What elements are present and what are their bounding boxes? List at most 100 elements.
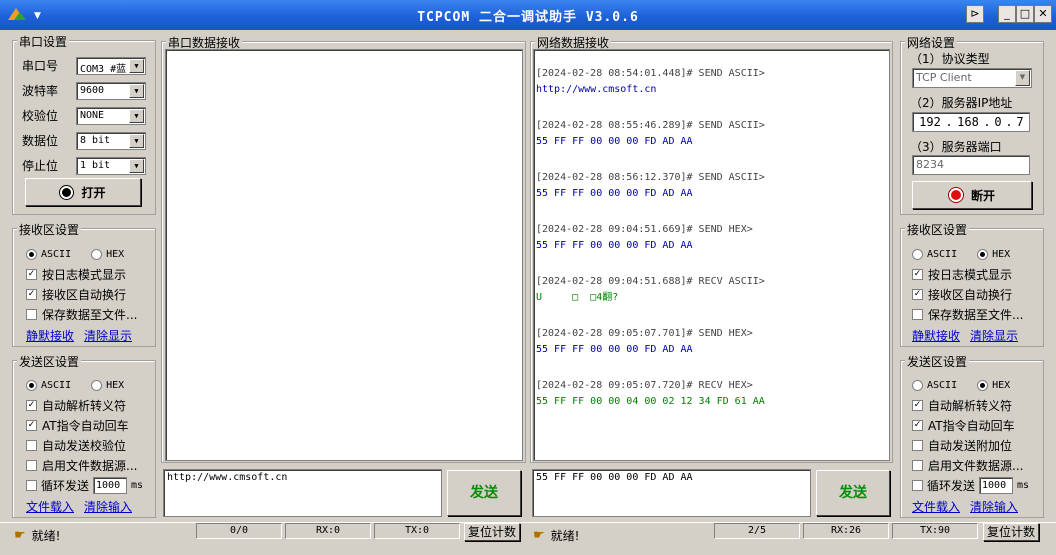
option-checkbox[interactable]: ✓ 接收区自动换行 (26, 284, 154, 304)
port-field[interactable]: 8234 (912, 155, 1030, 175)
close-button[interactable]: ✕ (1034, 5, 1052, 23)
option-checkbox[interactable]: 保存数据至文件... (912, 304, 1040, 324)
mode-radio-hex[interactable]: HEX (977, 248, 1011, 260)
pin-icon[interactable]: ⊳ (966, 5, 984, 23)
checkbox-label: AT指令自动回车 (42, 418, 129, 433)
net-send-input[interactable]: 55 FF FF 00 00 00 FD AD AA (532, 469, 811, 517)
minimize-button[interactable]: _ (998, 5, 1016, 23)
mode-radio-group: ASCII HEX (26, 375, 154, 395)
net-rx-area[interactable]: [2024-02-28 08:54:01.448]# SEND ASCII> ht… (533, 49, 890, 461)
serial-field-value: 1 bit (80, 159, 111, 171)
ip-label: （2）服务器IP地址 (910, 96, 1013, 110)
checkbox-box (912, 308, 923, 320)
mode-radio-ascii[interactable]: ASCII (26, 248, 71, 260)
serial-send-button[interactable]: 发送 (447, 470, 521, 516)
maximize-button[interactable]: □ (1016, 5, 1034, 23)
serial-field-select[interactable]: 8 bit ▼ (76, 131, 146, 150)
serial-field-select[interactable]: COM3 #蓝 ▼ (76, 56, 146, 75)
protocol-select[interactable]: TCP Client ▼ (912, 68, 1032, 88)
action-link[interactable]: 清除显示 (84, 327, 132, 344)
checkbox-label: 接收区自动换行 (42, 287, 127, 302)
action-link[interactable]: 文件载入 (26, 498, 74, 515)
option-checkbox[interactable]: 启用文件数据源... (26, 455, 154, 475)
disconnect-button[interactable]: 断开 (912, 181, 1032, 209)
serial-send-input[interactable]: http://www.cmsoft.cn (163, 469, 442, 517)
left-rx-settings-label: 接收区设置 (17, 221, 82, 238)
radio-label: ASCII (41, 379, 72, 391)
action-link[interactable]: 静默接收 (912, 327, 960, 344)
serial-rx-area[interactable] (165, 49, 523, 461)
radio-label: HEX (992, 379, 1011, 391)
chevron-down-icon: ▼ (129, 58, 144, 73)
ip-octet[interactable]: 7 (1013, 115, 1027, 129)
checkbox-label: 保存数据至文件... (42, 307, 138, 322)
loop-interval-input[interactable]: 1000 (93, 476, 128, 494)
action-link[interactable]: 清除输入 (84, 498, 132, 515)
port-closed-icon (60, 185, 74, 199)
log-entry-header: [2024-02-28 09:05:07.720]# RECV HEX> (536, 380, 753, 391)
log-entry: [2024-02-28 09:05:07.701]# SEND HEX> 55 F… (536, 328, 889, 356)
left-ready-text: 就绪! (31, 529, 61, 543)
ip-octet[interactable]: 168 (953, 115, 983, 129)
left-reset-count-button[interactable]: 复位计数 (464, 523, 520, 541)
serial-field-value: NONE (80, 109, 105, 121)
log-entry: [2024-02-28 08:56:12.370]# SEND ASCII> 55… (536, 172, 889, 200)
option-checkbox[interactable]: 自动发送附加位 (912, 435, 1040, 455)
left-tx-settings-label: 发送区设置 (17, 353, 82, 370)
serial-field-row: 校验位 NONE ▼ (22, 103, 146, 128)
option-checkbox[interactable]: 保存数据至文件... (26, 304, 154, 324)
right-tx-options: ASCII HEX ✓ 自动解析转义符 ✓ AT指令自动回车自动发送附加位启用文件数据源.… (912, 375, 1040, 517)
option-checkbox[interactable]: ✓ 接收区自动换行 (912, 284, 1040, 304)
option-checkbox[interactable]: ✓ 自动解析转义符 (912, 395, 1040, 415)
loop-send-row: 循环发送 1000 ms (912, 475, 1040, 495)
open-port-button[interactable]: 打开 (25, 178, 141, 206)
mode-radio-hex[interactable]: HEX (91, 248, 124, 260)
action-link[interactable]: 文件载入 (912, 498, 960, 515)
radio-indicator (26, 248, 37, 260)
right-reset-count-button[interactable]: 复位计数 (983, 523, 1039, 541)
loop-interval-input[interactable]: 1000 (979, 476, 1014, 494)
log-entry: [2024-02-28 08:54:01.448]# SEND ASCII> ht… (536, 68, 889, 96)
option-checkbox[interactable]: 自动发送校验位 (26, 435, 154, 455)
mode-radio-hex[interactable]: HEX (91, 379, 124, 391)
option-checkbox[interactable]: ✓ AT指令自动回车 (26, 415, 154, 435)
protocol-label: （1）协议类型 (910, 52, 990, 66)
loop-send-checkbox[interactable] (26, 479, 37, 491)
ip-address-field[interactable]: 192. 168. 0. 7 (912, 112, 1030, 132)
mode-radio-ascii[interactable]: ASCII (912, 248, 958, 260)
log-entry-body: http://www.cmsoft.cn (536, 84, 657, 95)
radio-label: ASCII (927, 248, 958, 260)
mode-radio-ascii[interactable]: ASCII (912, 379, 957, 391)
action-link[interactable]: 静默接收 (26, 327, 74, 344)
action-link[interactable]: 清除显示 (970, 327, 1018, 344)
option-checkbox[interactable]: ✓ AT指令自动回车 (912, 415, 1040, 435)
serial-field-select[interactable]: NONE ▼ (76, 106, 146, 125)
ip-octet[interactable]: 192 (915, 115, 945, 129)
action-link[interactable]: 清除输入 (970, 498, 1018, 515)
left-tx-count: TX:0 (374, 523, 460, 539)
checkbox-label: 自动发送附加位 (928, 438, 1013, 453)
option-checkbox[interactable]: ✓ 自动解析转义符 (26, 395, 154, 415)
option-checkbox[interactable]: ✓ 按日志模式显示 (26, 264, 154, 284)
protocol-value: TCP Client (916, 71, 972, 84)
disconnect-label: 断开 (970, 188, 995, 203)
serial-field-select[interactable]: 9600 ▼ (76, 81, 146, 100)
right-rx-count: RX:26 (803, 523, 889, 539)
net-send-button[interactable]: 发送 (816, 470, 890, 516)
ip-dot: . (1005, 115, 1013, 129)
loop-send-checkbox[interactable] (912, 479, 923, 491)
log-entry: [2024-02-28 08:55:46.289]# SEND ASCII> 55… (536, 120, 889, 148)
checkbox-label: 保存数据至文件... (928, 307, 1024, 322)
loop-unit: ms (131, 479, 144, 491)
serial-field-select[interactable]: 1 bit ▼ (76, 156, 146, 175)
radio-label: HEX (992, 248, 1011, 260)
open-port-label: 打开 (81, 185, 106, 200)
mode-radio-ascii[interactable]: ASCII (26, 379, 72, 391)
checkbox-label: 自动发送校验位 (42, 438, 127, 453)
option-checkbox[interactable]: ✓ 按日志模式显示 (912, 264, 1040, 284)
loop-send-label: 循环发送 (41, 478, 90, 493)
mode-radio-hex[interactable]: HEX (977, 379, 1011, 391)
option-checkbox[interactable]: 启用文件数据源... (912, 455, 1040, 475)
loop-send-row: 循环发送 1000 ms (26, 475, 154, 495)
ip-octet[interactable]: 0 (991, 115, 1005, 129)
